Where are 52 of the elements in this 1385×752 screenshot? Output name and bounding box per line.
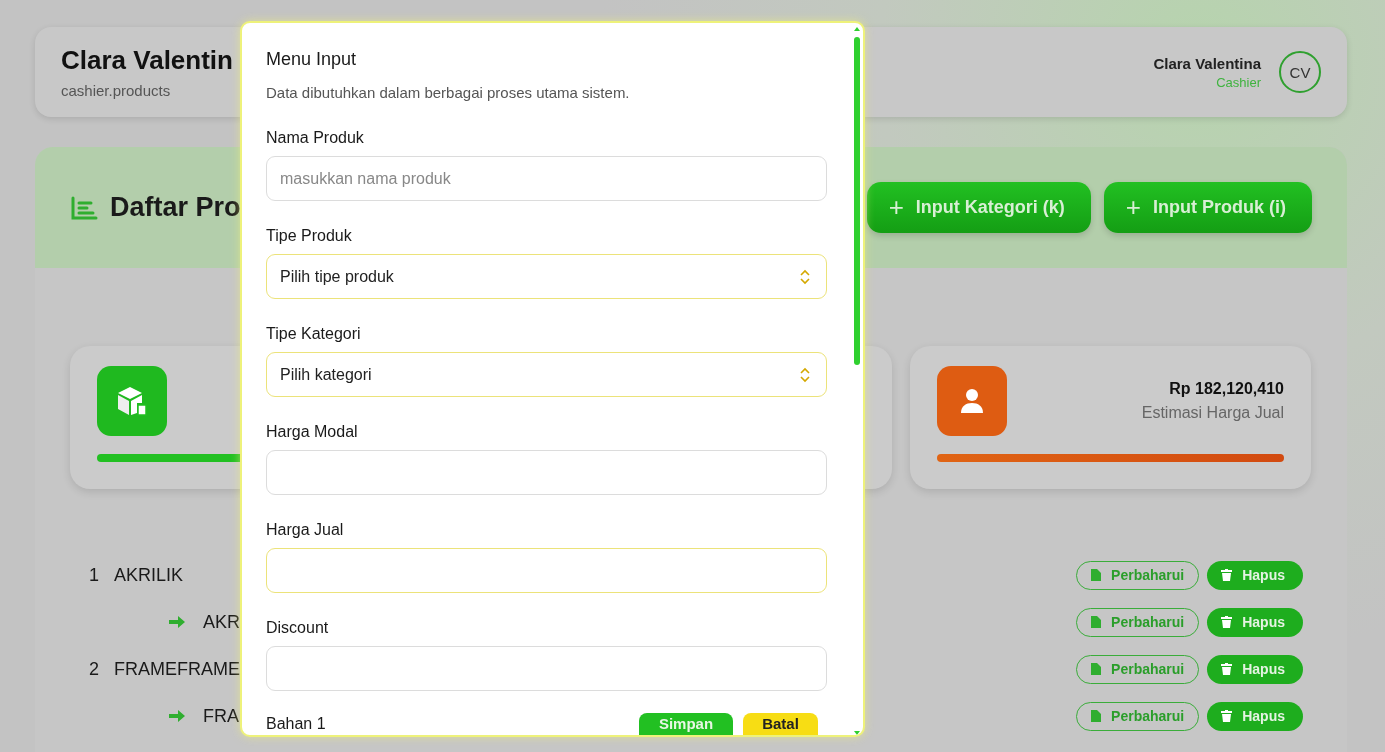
add-button[interactable]: + Input Produk (i) bbox=[1103, 182, 1312, 233]
stat-caption: Estimasi Harga Jual bbox=[1141, 404, 1284, 422]
document-icon bbox=[1091, 710, 1102, 722]
row-number: 2 bbox=[89, 658, 99, 680]
row-number: 1 bbox=[89, 564, 99, 586]
user-icon bbox=[959, 387, 985, 415]
field-label: Tipe Kategori bbox=[266, 325, 362, 343]
trash-icon bbox=[1221, 616, 1233, 628]
trash-icon bbox=[1221, 569, 1233, 581]
input-field[interactable] bbox=[266, 450, 827, 495]
delete-button[interactable]: Hapus bbox=[1207, 607, 1303, 637]
select-field[interactable]: Pilih tipe produk bbox=[266, 254, 827, 299]
select-field[interactable]: Pilih kategori bbox=[266, 352, 827, 397]
field-label: Bahan 1 bbox=[266, 715, 326, 734]
trash-icon bbox=[1221, 710, 1233, 722]
arrow-icon bbox=[168, 709, 186, 723]
delete-button[interactable]: Hapus bbox=[1207, 560, 1303, 590]
arrow-icon bbox=[168, 615, 186, 629]
document-icon bbox=[1091, 663, 1102, 675]
list-icon bbox=[70, 195, 98, 220]
delete-button[interactable]: Hapus bbox=[1207, 654, 1303, 684]
item-name: FRA bbox=[203, 705, 239, 727]
trash-icon bbox=[1221, 663, 1233, 675]
dialog-title: Menu Input bbox=[266, 49, 358, 70]
document-icon bbox=[1091, 616, 1102, 628]
cancel-button[interactable]: Batal bbox=[743, 713, 818, 735]
input-field[interactable]: masukkan nama produk bbox=[266, 156, 827, 201]
user-name: Clara Valentina bbox=[1153, 54, 1261, 72]
input-field[interactable] bbox=[266, 548, 827, 593]
user-role: Cashier bbox=[1216, 74, 1261, 90]
breadcrumb-text: cashier.products bbox=[61, 82, 172, 99]
page-title: Clara Valentin bbox=[61, 45, 233, 76]
scrollbar[interactable] bbox=[852, 25, 862, 735]
field-label: Tipe Produk bbox=[266, 227, 353, 245]
save-button[interactable]: Simpan bbox=[639, 713, 733, 735]
item-name: AKR bbox=[203, 611, 240, 633]
field-label: Discount bbox=[266, 619, 330, 637]
add-button[interactable]: + Input Kategori (k) bbox=[866, 182, 1091, 233]
field-label: Nama Produk bbox=[266, 129, 365, 147]
input-field[interactable] bbox=[266, 646, 827, 691]
chevron-updown-icon bbox=[800, 268, 810, 285]
avatar[interactable]: CV bbox=[1279, 51, 1321, 93]
stat-value: Rp 182,120,410 bbox=[1169, 380, 1284, 398]
section-title: Daftar Pro bbox=[110, 192, 241, 223]
field-label: Harga Modal bbox=[266, 423, 359, 441]
document-icon bbox=[1091, 569, 1102, 581]
item-name: AKRILIK bbox=[114, 564, 184, 586]
dialog-description: Data dibutuhkan dalam berbagai proses utama sistem. bbox=[266, 84, 631, 101]
field-label: Harga Jual bbox=[266, 521, 345, 539]
delete-button[interactable]: Hapus bbox=[1207, 701, 1303, 731]
item-name: FRAMEFRAME bbox=[114, 658, 240, 680]
chevron-updown-icon bbox=[800, 366, 810, 383]
